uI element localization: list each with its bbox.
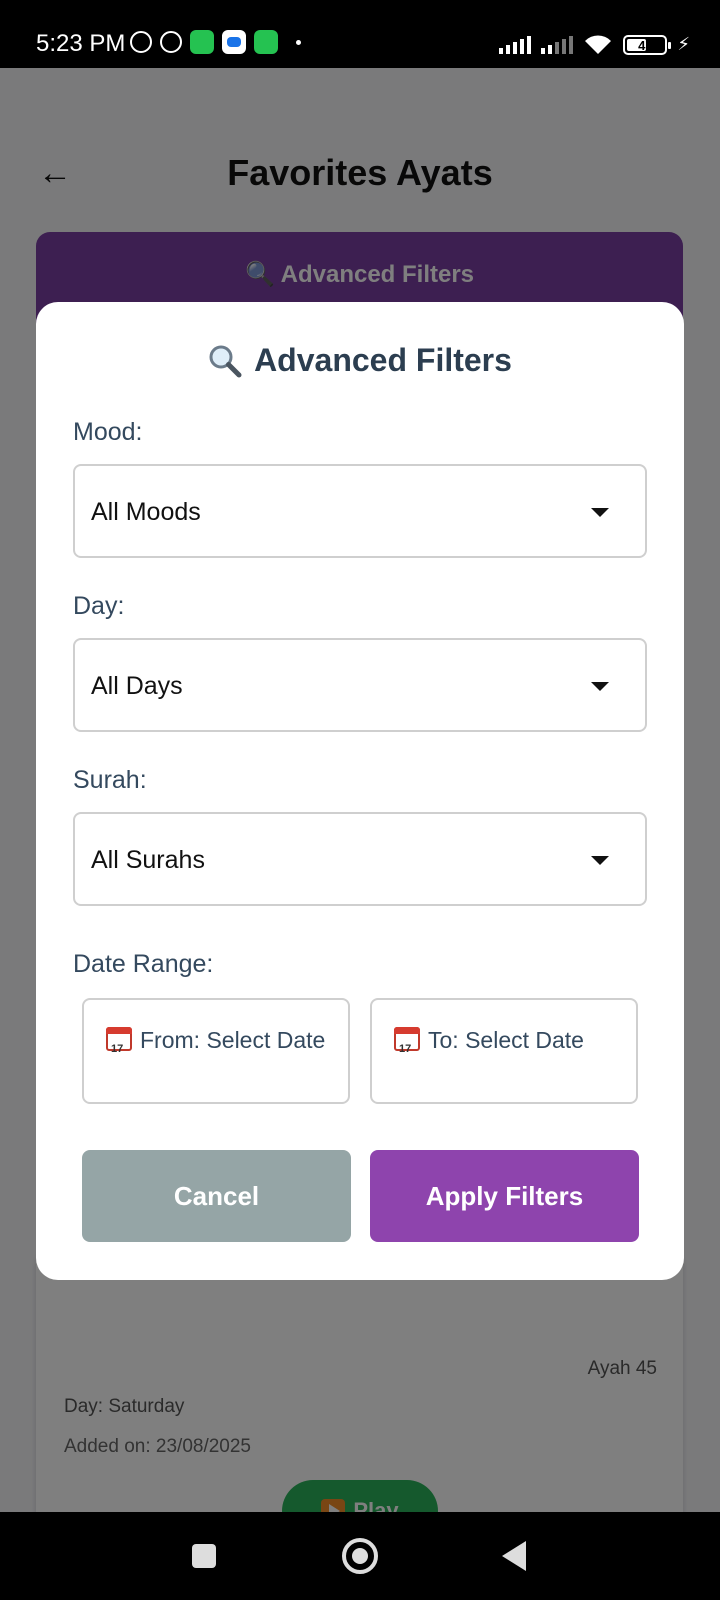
to-date-text: To: Select Date: [428, 1027, 584, 1053]
to-date-button[interactable]: To: Select Date: [370, 998, 638, 1104]
chevron-down-icon: [591, 508, 609, 517]
alarm-icon: [160, 31, 182, 53]
battery-icon: 47: [623, 34, 672, 55]
dialog-title-text: Advanced Filters: [254, 342, 512, 378]
date-range-label: Date Range:: [73, 950, 214, 978]
mood-label: Mood:: [73, 418, 143, 446]
day-select-value: All Days: [91, 672, 183, 700]
mood-select[interactable]: All Moods: [73, 464, 647, 558]
surah-select-value: All Surahs: [91, 846, 205, 874]
chevron-down-icon: [591, 856, 609, 865]
whatsapp-icon: [190, 30, 214, 54]
calendar-icon: [394, 1027, 420, 1063]
from-date-text: From: Select Date: [140, 1027, 326, 1053]
dialog-title: Advanced Filters: [36, 342, 684, 379]
mood-select-value: All Moods: [91, 498, 201, 526]
signal-icon: [499, 35, 532, 54]
from-date-button[interactable]: From: Select Date: [82, 998, 350, 1104]
chat-icon: [254, 30, 278, 54]
charging-icon: ⚡: [677, 34, 690, 54]
signal-icon-secondary: [541, 35, 574, 54]
system-back-button[interactable]: [502, 1541, 526, 1571]
magnifier-icon: [208, 344, 242, 378]
status-bar: 5:23 PM 47 ⚡: [0, 0, 720, 68]
chevron-down-icon: [591, 682, 609, 691]
cancel-button[interactable]: Cancel: [82, 1150, 351, 1242]
more-notifications-dot: [296, 39, 301, 45]
surah-label: Surah:: [73, 766, 147, 794]
message-icon: [222, 30, 246, 54]
advanced-filters-dialog: Advanced Filters Mood: All Moods Day: Al…: [36, 302, 684, 1280]
recents-button[interactable]: [192, 1544, 216, 1568]
surah-select[interactable]: All Surahs: [73, 812, 647, 906]
calendar-icon: [106, 1027, 132, 1063]
system-navigation-bar: [0, 1512, 720, 1600]
notification-icons: [130, 30, 301, 54]
status-time: 5:23 PM: [36, 30, 126, 57]
battery-level: 47: [638, 37, 653, 53]
day-select[interactable]: All Days: [73, 638, 647, 732]
system-icons: 47 ⚡: [499, 34, 690, 55]
day-label: Day:: [73, 592, 125, 620]
mute-icon: [130, 31, 152, 53]
apply-filters-button[interactable]: Apply Filters: [370, 1150, 639, 1242]
wifi-icon: [583, 34, 613, 55]
home-button[interactable]: [342, 1538, 378, 1574]
